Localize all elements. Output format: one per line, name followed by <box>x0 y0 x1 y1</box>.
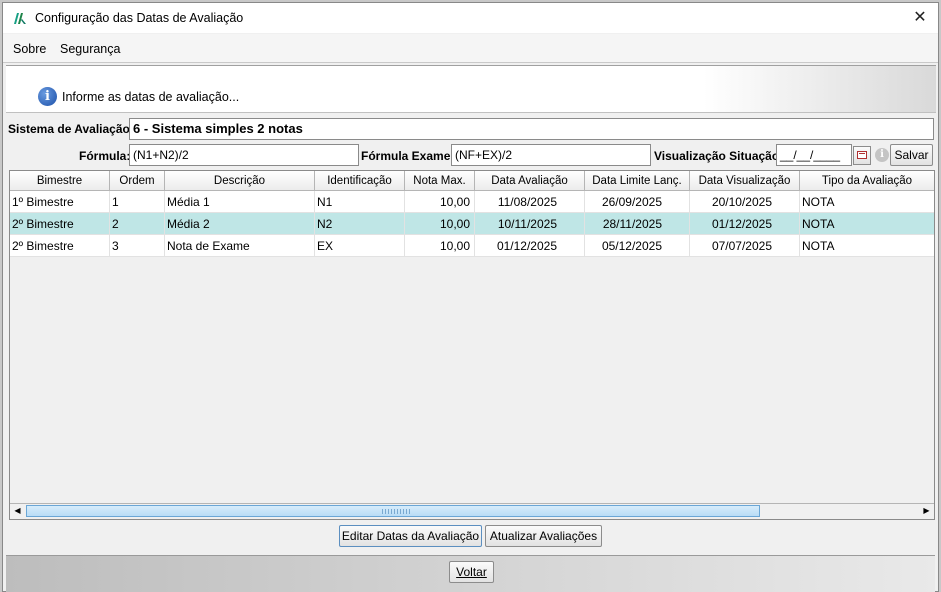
col-descricao[interactable]: Descrição <box>165 171 315 191</box>
scroll-left-icon[interactable]: ◀ <box>10 504 25 518</box>
cell-data-visualizacao: 07/07/2025 <box>690 235 800 257</box>
cell-descricao: Nota de Exame <box>165 235 315 257</box>
cell-tipo-avaliacao: NOTA <box>800 191 934 213</box>
editar-datas-button[interactable]: Editar Datas da Avaliação <box>339 525 482 547</box>
formula-label: Fórmula: <box>79 149 131 163</box>
formula-exame-label: Fórmula Exame: <box>361 149 455 163</box>
cell-data-visualizacao: 20/10/2025 <box>690 191 800 213</box>
info-icon: i <box>38 87 57 106</box>
cell-nota-max: 10,00 <box>405 191 475 213</box>
cell-data-avaliacao: 11/08/2025 <box>475 191 585 213</box>
cell-bimestre: 2º Bimestre <box>10 213 110 235</box>
col-tipo-avaliacao[interactable]: Tipo da Avaliação <box>800 171 934 191</box>
col-data-avaliacao[interactable]: Data Avaliação <box>475 171 585 191</box>
col-data-visualizacao[interactable]: Data Visualização <box>690 171 800 191</box>
col-identificacao[interactable]: Identificação <box>315 171 405 191</box>
cell-data-limite: 28/11/2025 <box>585 213 690 235</box>
cell-ordem: 2 <box>110 213 165 235</box>
window-title: Configuração das Datas de Avaliação <box>35 11 244 25</box>
cell-ordem: 3 <box>110 235 165 257</box>
horizontal-scrollbar[interactable]: ◀ ▶ <box>10 503 934 519</box>
scrollbar-thumb[interactable] <box>26 505 760 517</box>
salvar-button[interactable]: Salvar <box>890 144 933 166</box>
sistema-field[interactable]: 6 - Sistema simples 2 notas <box>129 118 934 140</box>
info-banner: i Informe as datas de avaliação... <box>6 65 936 113</box>
cell-bimestre: 2º Bimestre <box>10 235 110 257</box>
cell-data-visualizacao: 01/12/2025 <box>690 213 800 235</box>
grip-icon <box>382 509 412 514</box>
cell-tipo-avaliacao: NOTA <box>800 235 934 257</box>
app-logo-icon <box>14 13 26 24</box>
cell-descricao: Média 1 <box>165 191 315 213</box>
dialog-window: Configuração das Datas de Avaliação ✕ So… <box>2 2 939 592</box>
voltar-button[interactable]: Voltar <box>449 561 494 583</box>
avaliacoes-table: Bimestre Ordem Descrição Identificação N… <box>9 170 935 520</box>
table-row-selected[interactable]: 2º Bimestre 2 Média 2 N2 10,00 10/11/202… <box>10 213 934 235</box>
cell-bimestre: 1º Bimestre <box>10 191 110 213</box>
cell-identificacao: N1 <box>315 191 405 213</box>
cell-ordem: 1 <box>110 191 165 213</box>
table-row[interactable]: 2º Bimestre 3 Nota de Exame EX 10,00 01/… <box>10 235 934 257</box>
title-bar: Configuração das Datas de Avaliação ✕ <box>3 3 938 33</box>
footer-bar: Voltar <box>6 555 935 592</box>
sistema-label: Sistema de Avaliação: <box>8 122 134 136</box>
cell-identificacao: N2 <box>315 213 405 235</box>
scroll-right-icon[interactable]: ▶ <box>919 504 934 518</box>
cell-tipo-avaliacao: NOTA <box>800 213 934 235</box>
close-icon[interactable]: ✕ <box>908 7 932 29</box>
cell-nota-max: 10,00 <box>405 235 475 257</box>
table-row[interactable]: 1º Bimestre 1 Média 1 N1 10,00 11/08/202… <box>10 191 934 213</box>
calendar-icon[interactable] <box>853 146 871 165</box>
formula-field[interactable]: (N1+N2)/2 <box>129 144 359 166</box>
visualizacao-date-field[interactable]: __/__/____ <box>776 144 852 166</box>
cell-descricao: Média 2 <box>165 213 315 235</box>
visualizacao-label: Visualização Situação: <box>654 149 784 163</box>
table-header: Bimestre Ordem Descrição Identificação N… <box>10 171 934 191</box>
cell-data-limite: 05/12/2025 <box>585 235 690 257</box>
cell-identificacao: EX <box>315 235 405 257</box>
info-small-icon[interactable]: i <box>875 148 889 162</box>
atualizar-avaliacoes-button[interactable]: Atualizar Avaliações <box>485 525 602 547</box>
col-bimestre[interactable]: Bimestre <box>10 171 110 191</box>
menu-seguranca[interactable]: Segurança <box>60 42 120 56</box>
col-ordem[interactable]: Ordem <box>110 171 165 191</box>
cell-data-limite: 26/09/2025 <box>585 191 690 213</box>
menu-sobre[interactable]: Sobre <box>13 42 46 56</box>
cell-data-avaliacao: 01/12/2025 <box>475 235 585 257</box>
banner-text: Informe as datas de avaliação... <box>62 90 240 104</box>
col-data-limite[interactable]: Data Limite Lanç. <box>585 171 690 191</box>
col-nota-max[interactable]: Nota Max. <box>405 171 475 191</box>
formula-exame-field[interactable]: (NF+EX)/2 <box>451 144 651 166</box>
menu-bar: Sobre Segurança <box>3 34 938 63</box>
cell-data-avaliacao: 10/11/2025 <box>475 213 585 235</box>
cell-nota-max: 10,00 <box>405 213 475 235</box>
